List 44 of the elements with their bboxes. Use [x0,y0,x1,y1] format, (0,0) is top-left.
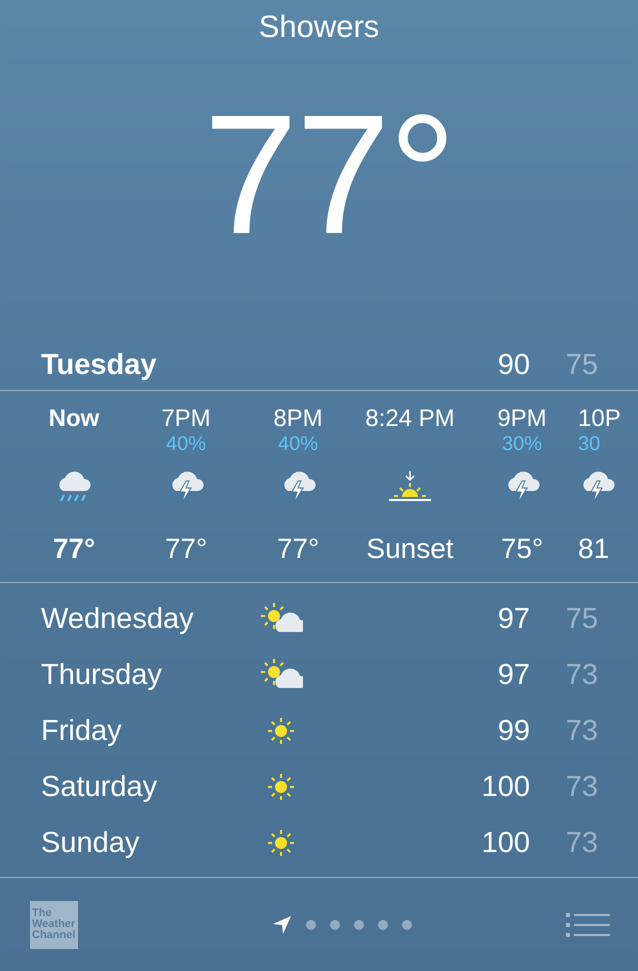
high-temperature: 97 [496,602,530,636]
low-temperature: 75 [564,348,598,382]
precipitation-chance: 40% [278,433,318,455]
low-temperature: 73 [564,826,598,860]
precipitation-chance: 30 [578,433,600,455]
high-temperature: 100 [480,826,530,860]
hour-temperature: Sunset [366,533,454,565]
weather-channel-logo[interactable]: The Weather Channel [30,900,78,948]
day-name: Thursday [41,658,163,692]
condition-text: Showers [258,8,380,46]
page-dot[interactable] [330,920,340,930]
low-temperature: 75 [564,602,598,636]
page-dot[interactable] [402,920,412,930]
precipitation-chance: 40% [166,433,206,455]
hour-label: 10P [578,405,621,433]
hour-temperature: 77° [52,533,96,565]
current-temperature: 77° [203,80,455,270]
location-arrow-icon[interactable] [272,914,292,934]
day-name: Wednesday [41,602,195,636]
list-icon[interactable] [566,910,610,938]
precipitation-chance: 30% [502,433,542,455]
high-temperature: 99 [496,714,530,748]
low-temperature: 73 [564,770,598,804]
hour-label: Now [48,405,100,433]
day-name: Friday [41,714,123,748]
hour-label: 8:24 PM [365,405,455,433]
hour-temperature: 81 [578,533,610,565]
hour-temperature: 77° [164,533,208,565]
low-temperature: 73 [564,714,598,748]
page-dot[interactable] [378,920,388,930]
hour-label: 9PM [497,405,547,433]
page-dot[interactable] [306,920,316,930]
hour-label: 7PM [161,405,211,433]
low-temperature: 73 [564,658,598,692]
day-name: Saturday [41,770,158,804]
day-name: Tuesday [41,348,158,382]
day-name: Sunday [41,826,140,860]
high-temperature: 100 [480,770,530,804]
high-temperature: 97 [496,658,530,692]
high-temperature: 90 [496,348,530,382]
hour-temperature: 75° [500,533,544,565]
page-dot[interactable] [354,920,364,930]
hour-temperature: 77° [276,533,320,565]
hour-label: 8PM [273,405,323,433]
